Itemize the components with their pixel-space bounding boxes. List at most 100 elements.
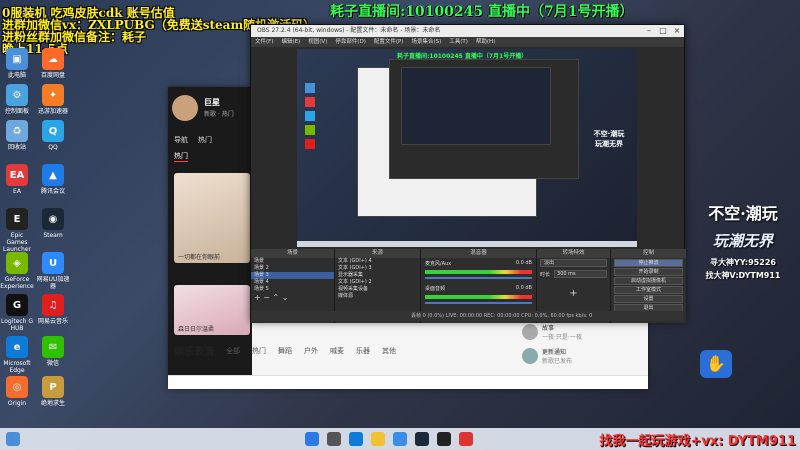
right-list: 故事 一夜·只是·一夜 更新通知 新歌已发布: [522, 323, 642, 371]
desktop-icon-geforce[interactable]: ◈ GeForce Experience: [0, 252, 34, 290]
scenes-dock-title: 场景: [251, 249, 334, 258]
mixer-track-db: 0.0 dB: [515, 285, 532, 291]
mixer-dock-title: 混音器: [421, 249, 536, 258]
scene-item[interactable]: 场景 4: [251, 279, 334, 286]
taskbar-icons: [305, 432, 473, 446]
video-card-1[interactable]: 一切都在你眼前: [174, 173, 250, 263]
desktop-icon-control-panel[interactable]: ⚙ 控制面板: [0, 84, 34, 115]
desktop-icon-wechat[interactable]: ✉ 微信: [36, 336, 70, 367]
start-record-button[interactable]: 开始录制: [614, 268, 683, 276]
preview-desktop-icons: [301, 79, 337, 229]
tab-nav[interactable]: 导航: [174, 135, 188, 145]
duration-label: 时长: [540, 271, 551, 278]
brand-vx: 找大神V:DYTM911: [705, 271, 781, 280]
source-item[interactable]: 显示器采集: [335, 272, 420, 279]
obs-menubar: 文件(F) 编辑(E) 视图(V) 停靠部件(D) 配置文件(P) 场景集合(S…: [251, 37, 684, 47]
stop-stream-button[interactable]: 停止推流: [614, 259, 683, 267]
menu-tools[interactable]: 工具(T): [449, 37, 468, 47]
folder-icon[interactable]: [371, 432, 385, 446]
desktop-icon-qq[interactable]: Q QQ: [36, 120, 70, 151]
list-item[interactable]: 故事 一夜·只是·一夜: [522, 323, 642, 341]
desktop-icon-tencent-meeting[interactable]: ▲ 腾讯会议: [36, 164, 70, 195]
store-icon[interactable]: [393, 432, 407, 446]
obs-title-text: OBS 27.2.4 (64-bit, windows) - 配置文件：未命名 …: [257, 27, 441, 34]
desktop-icon-this-pc[interactable]: ▣ 此电脑: [0, 48, 34, 79]
desktop-icon-edge[interactable]: e Microsoft Edge: [0, 336, 34, 374]
desktop-icon-epic[interactable]: E Epic Games Launcher: [0, 208, 34, 253]
hand-app-icon[interactable]: ✋: [700, 350, 732, 378]
desktop-icon-steam[interactable]: ◉ Steam: [36, 208, 70, 239]
tab-hot-sub[interactable]: 热门: [174, 151, 188, 162]
brand-line-1: 不空·潮玩: [708, 204, 778, 223]
widgets-icon[interactable]: [6, 432, 20, 446]
nav-hot[interactable]: 热门: [252, 346, 266, 356]
source-item[interactable]: 视频采集设备: [335, 286, 420, 293]
preview-nested-inner: [401, 67, 551, 145]
nav-other[interactable]: 其他: [382, 346, 396, 356]
start-icon[interactable]: [305, 432, 319, 446]
maximize-icon[interactable]: □: [656, 25, 670, 37]
list-item[interactable]: 更新通知 新歌已发布: [522, 347, 642, 365]
controls-dock-title: 控制: [611, 249, 686, 258]
scene-item[interactable]: 场景: [251, 258, 334, 265]
avatar[interactable]: [172, 95, 198, 121]
studio-mode-button[interactable]: 工作室模式: [614, 286, 683, 294]
edge-icon[interactable]: [349, 432, 363, 446]
close-icon[interactable]: ×: [670, 25, 684, 37]
duration-input[interactable]: 300 ms: [554, 270, 607, 278]
scene-item[interactable]: 场景 5: [251, 286, 334, 293]
menu-view[interactable]: 视图(V): [308, 37, 327, 47]
app-icon[interactable]: [459, 432, 473, 446]
scene-item[interactable]: 场景 2: [251, 265, 334, 272]
profile-name: 巨星: [204, 98, 220, 107]
obs-icon[interactable]: [437, 432, 451, 446]
transitions-dock-title: 转场特效: [537, 249, 610, 258]
menu-edit[interactable]: 编辑(E): [281, 37, 300, 47]
desktop-icon-recycle-bin[interactable]: ♻ 回收站: [0, 120, 34, 151]
video-card-2[interactable]: 森日日尔温柔: [174, 285, 250, 335]
brand-yy: 寻大神YY:95226: [710, 258, 776, 267]
nav-maixi[interactable]: 喊麦: [330, 346, 344, 356]
source-item[interactable]: 文本 (GDI+) 4: [335, 258, 420, 265]
desktop-icon-origin[interactable]: ◎ Origin: [0, 376, 34, 407]
nav-instrument[interactable]: 乐器: [356, 346, 370, 356]
nav-all[interactable]: 全部: [226, 346, 240, 356]
desktop-icon-baidu-pan[interactable]: ☁ 百度网盘: [36, 48, 70, 79]
nav-outdoor[interactable]: 户外: [304, 346, 318, 356]
minimize-icon[interactable]: –: [642, 25, 656, 37]
menu-scene-collection[interactable]: 场景集合(S): [411, 37, 441, 47]
scene-item[interactable]: 场景 3: [251, 272, 334, 279]
contact-overlay: 找我一起玩游戏+vx: DYTM911: [599, 434, 796, 449]
source-item[interactable]: 文本 (GDI+) 2: [335, 279, 420, 286]
steam-icon[interactable]: [415, 432, 429, 446]
source-item[interactable]: 文本 (GDI+) 3: [335, 265, 420, 272]
scene-add-icon[interactable]: + − ⌃ ⌄: [251, 293, 334, 302]
settings-button[interactable]: 设置: [614, 295, 683, 303]
desktop-icon-netease-music[interactable]: ♫ 网易云音乐: [36, 294, 70, 325]
volume-slider[interactable]: [425, 302, 532, 304]
obs-statusbar: 丢帧 0 (0.0%) LIVE: 00:00:00 REC: 00:00:00…: [251, 311, 684, 321]
transition-add-icon[interactable]: +: [537, 288, 610, 299]
desktop-icon-pubg[interactable]: P 绝地求生: [36, 376, 70, 407]
source-item[interactable]: 媒体源: [335, 293, 420, 300]
desktop-icon-xunyou[interactable]: ✦ 迅游加速器: [36, 84, 70, 115]
transition-select[interactable]: 淡出: [540, 259, 607, 267]
obs-window: OBS 27.2.4 (64-bit, windows) - 配置文件：未命名 …: [250, 24, 686, 323]
mixer-track-name: 桌面音频: [425, 286, 446, 292]
desktop-icon-ea[interactable]: EA EA: [0, 164, 34, 195]
menu-file[interactable]: 文件(F): [255, 37, 273, 47]
nav-dance[interactable]: 舞蹈: [278, 346, 292, 356]
video-card-1-caption: 一切都在你眼前: [178, 254, 221, 261]
menu-docks[interactable]: 停靠部件(D): [335, 37, 366, 47]
menu-profile[interactable]: 配置文件(P): [374, 37, 404, 47]
brand-line-2: 玩潮无界: [712, 232, 773, 250]
stream-title-overlay: 耗子直播间:10100245 直播中（7月1号开播）: [330, 4, 634, 20]
preview-brand: 不空·潮玩 玩潮无界: [593, 130, 625, 148]
search-icon[interactable]: [327, 432, 341, 446]
desktop-icon-uu[interactable]: U 网易UU加速器: [36, 252, 70, 290]
desktop-icon-ghub[interactable]: G Logitech G HUB: [0, 294, 34, 332]
obs-preview[interactable]: 耗子直播间:10100245 直播中（7月1号开播） 不空·潮玩 玩潮无界: [297, 49, 637, 247]
virtual-camera-button[interactable]: 启动虚拟摄像机: [614, 277, 683, 285]
tab-hot[interactable]: 热门: [198, 135, 212, 145]
menu-help[interactable]: 帮助(H): [476, 37, 495, 47]
